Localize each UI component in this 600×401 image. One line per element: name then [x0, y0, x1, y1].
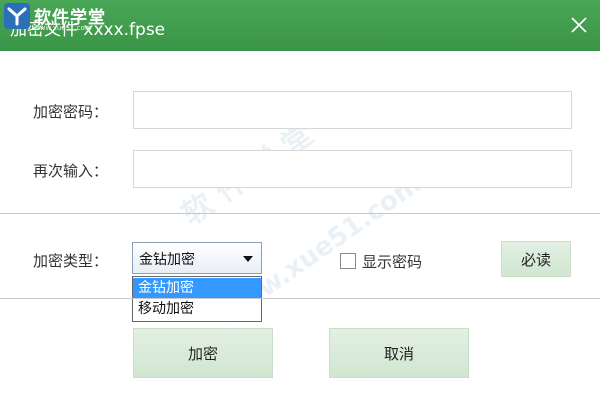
- confirm-password-label: 再次输入：: [33, 162, 109, 180]
- logo-subtext: www.xue51.com: [34, 24, 92, 32]
- password-input[interactable]: [133, 91, 572, 129]
- show-password-label: 显示密码: [362, 253, 423, 271]
- show-password-checkbox[interactable]: [340, 253, 356, 269]
- encryption-type-value: 金钻加密: [139, 252, 195, 268]
- encryption-type-option-diamond[interactable]: 金钻加密: [133, 278, 261, 299]
- divider-top: [0, 213, 600, 214]
- cancel-button[interactable]: 取消: [329, 328, 469, 378]
- close-button[interactable]: [568, 14, 590, 36]
- password-label: 加密密码：: [33, 103, 109, 121]
- encryption-type-label: 加密类型：: [33, 252, 109, 270]
- close-icon: [571, 17, 587, 33]
- site-logo: 软件学堂 www.xue51.com: [4, 3, 154, 37]
- title-bar: 加密文件 xxxx.fpse 软件学堂 www.xue51.com: [0, 0, 600, 51]
- logo-icon: [4, 3, 30, 29]
- encryption-type-dropdown: 金钻加密 移动加密: [132, 276, 262, 322]
- encrypt-button[interactable]: 加密: [133, 328, 273, 378]
- must-read-button[interactable]: 必读: [501, 241, 571, 277]
- divider-bottom: [0, 298, 600, 299]
- confirm-password-input[interactable]: [133, 150, 572, 188]
- encryption-type-select[interactable]: 金钻加密: [132, 242, 262, 274]
- encryption-type-option-mobile[interactable]: 移动加密: [133, 299, 261, 320]
- chevron-down-icon: [243, 256, 253, 262]
